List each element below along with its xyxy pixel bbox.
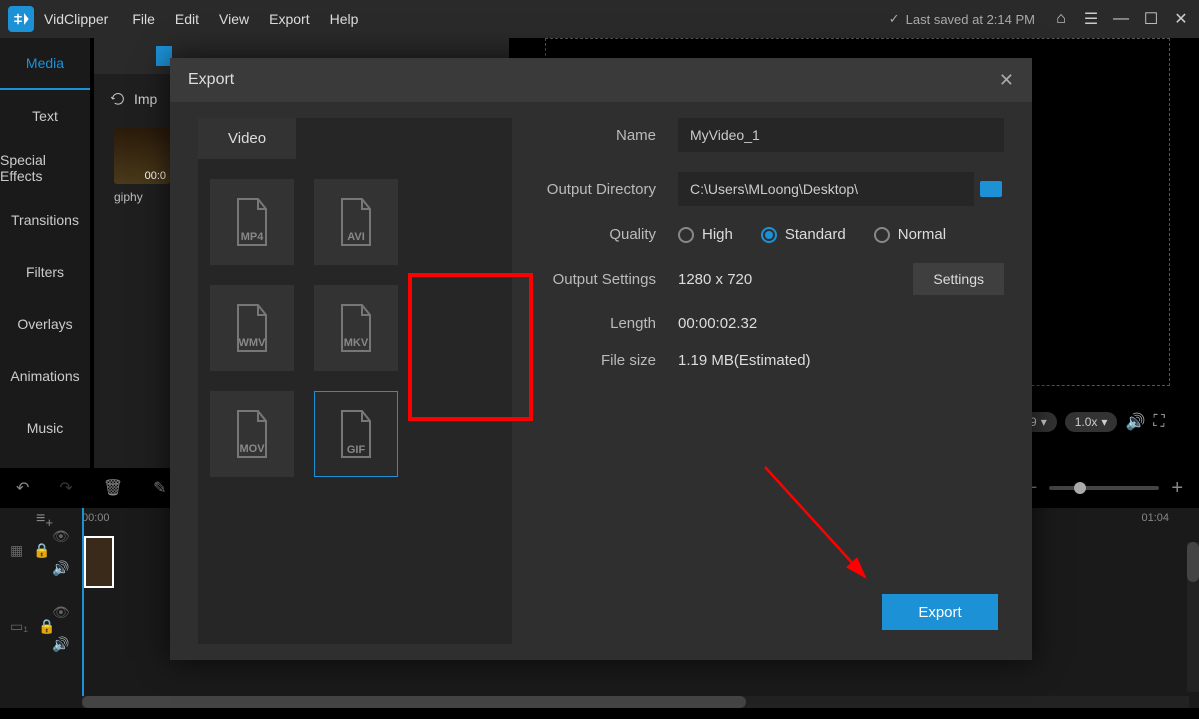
format-wmv[interactable]: WMV <box>210 285 294 371</box>
speaker-icon[interactable]: 🔊 <box>52 560 69 577</box>
chevron-down-icon: ▾ <box>1041 415 1047 429</box>
format-label: AVI <box>347 231 365 243</box>
format-panel: Video MP4 AVI WMV MKV MOV GIF <box>198 118 512 644</box>
name-label: Name <box>538 127 678 144</box>
vertical-scrollbar[interactable] <box>1187 542 1199 692</box>
output-settings-label: Output Settings <box>538 271 678 288</box>
format-label: MOV <box>239 443 264 455</box>
name-input[interactable] <box>678 118 1004 152</box>
chevron-down-icon: ▾ <box>1101 415 1107 429</box>
format-label: GIF <box>347 444 365 456</box>
format-gif[interactable]: GIF <box>314 391 398 477</box>
eye-icon[interactable]: 👁 <box>52 528 70 545</box>
sidebar: Media Text Special Effects Transitions F… <box>0 38 90 468</box>
home-icon[interactable]: ⌂ <box>1051 9 1071 29</box>
track-video-icon[interactable]: ▦ <box>10 542 23 559</box>
radio-label: Standard <box>785 226 846 243</box>
timeline-clip[interactable] <box>84 536 114 588</box>
eye-icon[interactable]: 👁 <box>52 604 70 621</box>
menu-file[interactable]: File <box>132 11 155 27</box>
export-dialog: Export ✕ Video MP4 AVI WMV MKV MOV GIF Name O… <box>170 58 1032 660</box>
time-mark: 01:04 <box>1141 512 1169 524</box>
menu-help[interactable]: Help <box>330 11 359 27</box>
sidebar-item-effects[interactable]: Special Effects <box>0 142 90 194</box>
output-settings-value: 1280 x 720 <box>678 271 752 288</box>
quality-radio-high[interactable]: High <box>678 226 733 243</box>
zoom-in-icon[interactable]: + <box>1171 477 1183 500</box>
format-mkv[interactable]: MKV <box>314 285 398 371</box>
save-status-text: Last saved at 2:14 PM <box>906 12 1035 27</box>
time-mark: 00:00 <box>82 512 110 524</box>
import-label: Imp <box>134 91 157 107</box>
menu-edit[interactable]: Edit <box>175 11 199 27</box>
directory-input[interactable] <box>678 172 974 206</box>
close-button[interactable]: ✕ <box>1171 9 1191 29</box>
thumb-time: 00:0 <box>145 170 166 182</box>
check-icon: ✓ <box>889 11 900 27</box>
radio-icon <box>678 227 694 243</box>
folder-icon[interactable] <box>980 181 1002 197</box>
undo-icon[interactable]: ↶ <box>16 478 29 498</box>
maximize-button[interactable]: ☐ <box>1141 9 1161 29</box>
length-label: Length <box>538 315 678 332</box>
export-button[interactable]: Export <box>882 594 998 630</box>
app-name: VidClipper <box>44 11 108 27</box>
format-mov[interactable]: MOV <box>210 391 294 477</box>
sidebar-item-music[interactable]: Music <box>0 402 90 454</box>
speed-label: 1.0x <box>1075 415 1098 429</box>
titlebar: VidClipper File Edit View Export Help ✓ … <box>0 0 1199 38</box>
save-status: ✓ Last saved at 2:14 PM <box>889 11 1035 27</box>
format-label: MP4 <box>241 231 264 243</box>
radio-label: Normal <box>898 226 946 243</box>
quality-radio-normal[interactable]: Normal <box>874 226 946 243</box>
directory-label: Output Directory <box>538 181 678 198</box>
redo-icon[interactable]: ↷ <box>59 478 72 498</box>
radio-icon <box>874 227 890 243</box>
zoom-slider[interactable] <box>1049 486 1159 490</box>
length-value: 00:00:02.32 <box>678 315 757 332</box>
sidebar-item-media[interactable]: Media <box>0 38 90 90</box>
dialog-close-button[interactable]: ✕ <box>999 70 1014 91</box>
minimize-button[interactable]: — <box>1111 9 1131 29</box>
track-audio-icon[interactable]: ▭₁ <box>10 618 28 635</box>
sidebar-item-animations[interactable]: Animations <box>0 350 90 402</box>
radio-icon <box>761 227 777 243</box>
sidebar-item-transitions[interactable]: Transitions <box>0 194 90 246</box>
dialog-title: Export <box>188 71 234 89</box>
format-label: WMV <box>239 337 266 349</box>
speed-pill[interactable]: 1.0x▾ <box>1065 412 1118 432</box>
sidebar-item-filters[interactable]: Filters <box>0 246 90 298</box>
format-mp4[interactable]: MP4 <box>210 179 294 265</box>
speaker-icon[interactable]: 🔊 <box>52 636 69 653</box>
quality-label: Quality <box>538 226 678 243</box>
sidebar-item-text[interactable]: Text <box>0 90 90 142</box>
fullscreen-icon[interactable]: ⛶ <box>1153 413 1164 431</box>
format-label: MKV <box>344 337 368 349</box>
menu-icon[interactable]: ☰ <box>1081 9 1101 29</box>
tab-video[interactable]: Video <box>198 118 296 159</box>
filesize-value: 1.19 MB(Estimated) <box>678 352 811 369</box>
settings-panel: Name Output Directory Quality High Standa… <box>512 118 1004 644</box>
sidebar-item-overlays[interactable]: Overlays <box>0 298 90 350</box>
settings-button[interactable]: Settings <box>913 263 1004 295</box>
lock-icon[interactable]: 🔒 <box>33 542 50 559</box>
filesize-label: File size <box>538 352 678 369</box>
crop-icon[interactable]: ✎ <box>153 478 166 498</box>
app-logo <box>8 6 34 32</box>
quality-radio-standard[interactable]: Standard <box>761 226 846 243</box>
horizontal-scrollbar[interactable] <box>82 696 1189 708</box>
format-avi[interactable]: AVI <box>314 179 398 265</box>
radio-label: High <box>702 226 733 243</box>
menu-view[interactable]: View <box>219 11 249 27</box>
main-menu: File Edit View Export Help <box>132 11 358 27</box>
refresh-icon <box>110 91 126 107</box>
delete-icon[interactable]: 🗑 <box>103 478 123 498</box>
menu-export[interactable]: Export <box>269 11 309 27</box>
volume-icon[interactable]: 🔊 <box>1125 412 1145 432</box>
